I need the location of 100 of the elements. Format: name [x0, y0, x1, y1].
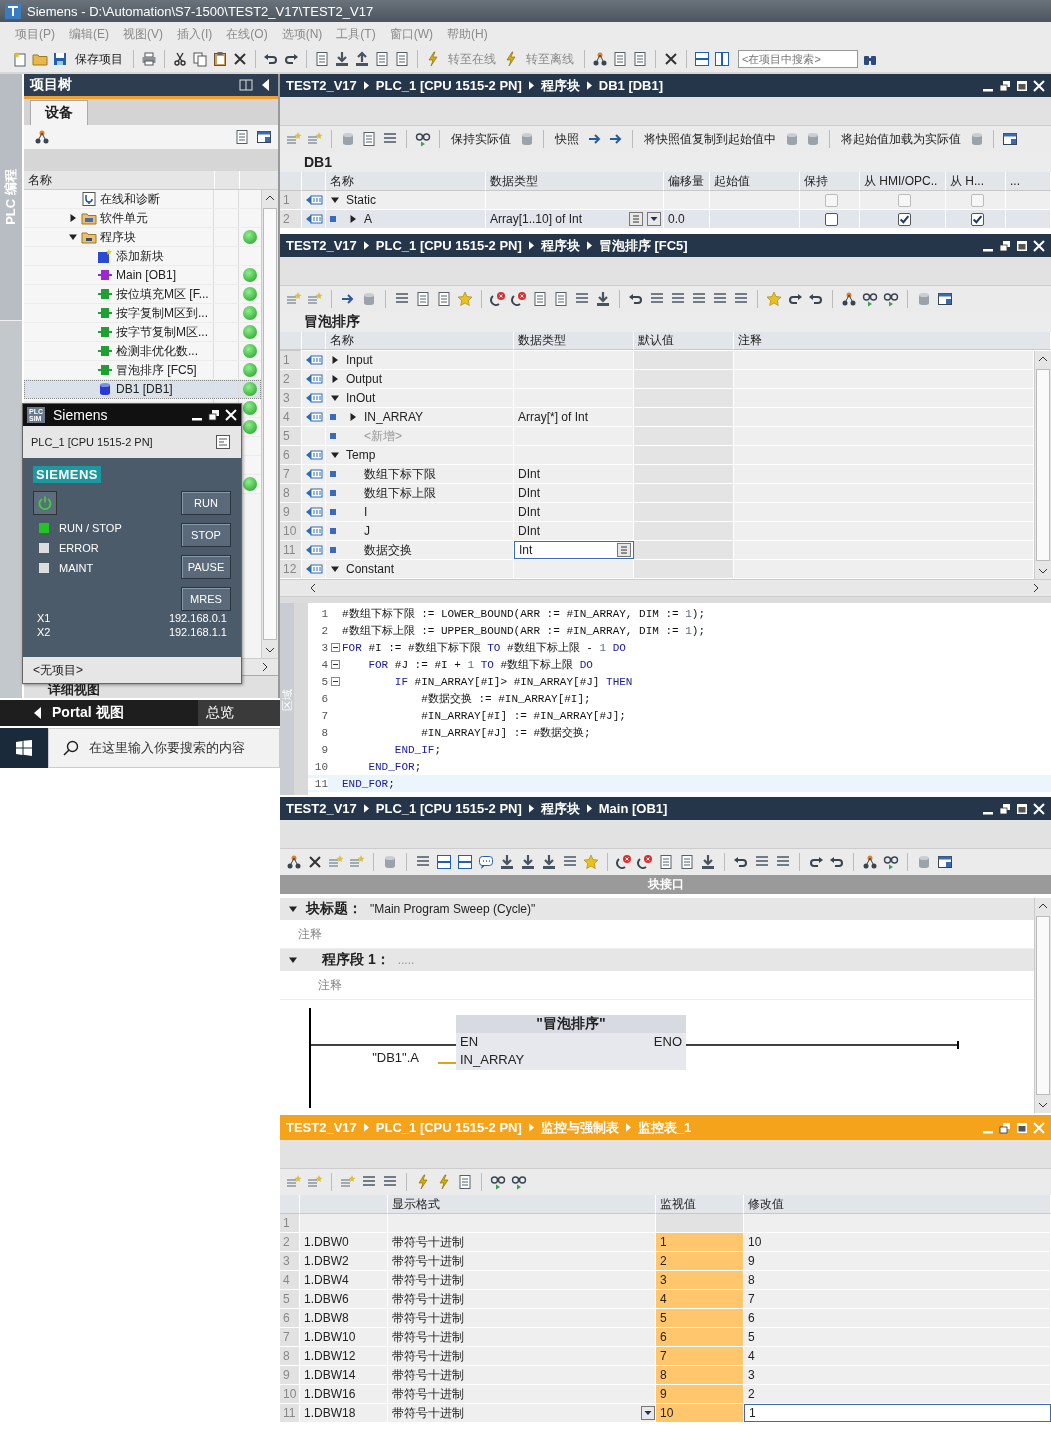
scissors-icon[interactable] — [172, 51, 188, 67]
document-icon[interactable] — [632, 51, 648, 67]
panel-icon[interactable] — [937, 291, 953, 307]
tree-item[interactable]: 按字复制M区到... — [24, 304, 261, 323]
scrollbar[interactable] — [261, 190, 278, 659]
split-horizontal-icon[interactable] — [694, 51, 710, 67]
tree-item[interactable]: 冒泡排序 [FC5] — [24, 361, 261, 380]
breadcrumb-item[interactable]: 程序块 — [540, 236, 580, 255]
document-icon[interactable] — [361, 131, 377, 147]
list-button[interactable] — [617, 543, 631, 557]
download-icon[interactable] — [520, 854, 536, 870]
dropdown-button[interactable] — [641, 1406, 655, 1420]
tree-item[interactable]: 按字节复制M区... — [24, 323, 261, 342]
document-icon[interactable] — [612, 51, 628, 67]
panel-icon[interactable] — [937, 854, 953, 870]
breadcrumb-item[interactable]: 冒泡排序 [FC5] — [598, 236, 688, 255]
redo-icon[interactable] — [787, 291, 803, 307]
maximize-icon[interactable] — [1016, 1121, 1028, 1134]
redo-icon[interactable] — [283, 51, 299, 67]
undo-icon[interactable] — [808, 291, 824, 307]
lightning-icon[interactable] — [436, 1174, 452, 1190]
mode-button[interactable]: RUN — [181, 491, 231, 515]
error-mark-icon[interactable] — [490, 291, 506, 307]
delete-icon[interactable] — [307, 854, 323, 870]
breadcrumb-item[interactable]: Main [OB1] — [598, 801, 668, 816]
glasses-icon[interactable] — [883, 854, 899, 870]
mode-button[interactable]: PAUSE — [181, 555, 231, 579]
restore-icon[interactable] — [999, 802, 1011, 815]
download-icon[interactable] — [541, 854, 557, 870]
close-icon[interactable] — [1033, 802, 1045, 815]
tree-item[interactable]: 检测非优化数... — [24, 342, 261, 361]
expand-arrow-icon[interactable] — [288, 955, 298, 965]
close-icon[interactable] — [225, 409, 237, 421]
breadcrumb-item[interactable]: PLC_1 [CPU 1515-2 PN] — [375, 801, 522, 816]
download-icon[interactable] — [595, 291, 611, 307]
tree-item[interactable]: 程序块 — [24, 228, 261, 247]
breadcrumb-item[interactable]: PLC_1 [CPU 1515-2 PN] — [375, 238, 522, 253]
modify-field[interactable]: 1 — [744, 1404, 1051, 1422]
maximize-icon[interactable] — [1016, 239, 1028, 252]
breadcrumb-item[interactable]: TEST2_V17 — [286, 238, 357, 253]
network-icon[interactable] — [34, 129, 50, 145]
document-icon[interactable] — [314, 51, 330, 67]
document-icon[interactable] — [658, 854, 674, 870]
restore-icon[interactable] — [208, 409, 220, 421]
tab[interactable]: 设备 — [30, 100, 88, 125]
type-field[interactable]: Int — [514, 541, 634, 559]
back-arrow-icon[interactable] — [34, 707, 42, 720]
network-icon[interactable] — [841, 291, 857, 307]
save-icon[interactable] — [52, 51, 68, 67]
document-icon[interactable] — [234, 129, 250, 145]
document-icon[interactable] — [679, 854, 695, 870]
breadcrumb-item[interactable]: TEST2_V17 — [286, 78, 357, 93]
toolbar-button[interactable]: 保存项目 — [72, 50, 126, 68]
expand-arrow-icon[interactable] — [330, 393, 340, 403]
expand-arrow-icon[interactable] — [330, 564, 340, 574]
layout-icon[interactable] — [238, 77, 254, 93]
overview-tab[interactable]: 总览 — [198, 700, 280, 727]
glasses-icon[interactable] — [490, 1174, 506, 1190]
tree-item[interactable]: 添加新块 — [24, 247, 261, 266]
breadcrumb-item[interactable]: 程序块 — [540, 799, 580, 818]
expand-arrow-icon[interactable] — [348, 412, 358, 422]
star-icon[interactable] — [457, 291, 473, 307]
panel-icon[interactable] — [256, 129, 272, 145]
lightning-icon[interactable] — [415, 1174, 431, 1190]
comment-field[interactable]: 注释 — [280, 971, 1034, 1000]
close-icon[interactable] — [1033, 79, 1045, 92]
maximize-icon[interactable] — [1016, 802, 1028, 815]
expand-arrow-icon[interactable] — [330, 355, 340, 365]
split-horizontal-icon[interactable] — [436, 854, 452, 870]
document-icon[interactable] — [532, 291, 548, 307]
lightning-icon[interactable] — [503, 51, 519, 67]
download-icon[interactable] — [700, 854, 716, 870]
redo-icon[interactable] — [808, 854, 824, 870]
tree-item[interactable]: Main [OB1] — [24, 266, 261, 285]
undo-icon[interactable] — [733, 854, 749, 870]
document-icon[interactable] — [436, 291, 452, 307]
expand-arrow-icon[interactable] — [68, 232, 78, 242]
comment-icon[interactable] — [478, 854, 494, 870]
close-icon[interactable] — [1033, 239, 1045, 252]
tree-item[interactable]: DB1 [DB1] — [24, 380, 261, 399]
toolbar-button[interactable]: 保持实际值 — [448, 130, 514, 148]
panel-icon[interactable] — [215, 434, 231, 450]
download-icon[interactable] — [334, 51, 350, 67]
network-icon[interactable] — [286, 854, 302, 870]
document-icon[interactable] — [457, 1174, 473, 1190]
portal-view-link[interactable]: Portal 视图 — [52, 704, 188, 723]
breadcrumb-item[interactable]: DB1 [DB1] — [598, 78, 664, 93]
toolbar-button[interactable]: 将快照值复制到起始值中 — [641, 130, 779, 148]
upload-icon[interactable] — [354, 51, 370, 67]
copy-icon[interactable] — [192, 51, 208, 67]
restore-icon[interactable] — [999, 239, 1011, 252]
tree-item[interactable]: 按位填充M区 [F... — [24, 285, 261, 304]
mode-button[interactable]: STOP — [181, 523, 231, 547]
download-icon[interactable] — [499, 854, 515, 870]
restore-icon[interactable] — [999, 79, 1011, 92]
expand-arrow-icon[interactable] — [330, 450, 340, 460]
undo-icon[interactable] — [829, 854, 845, 870]
collapse-icon[interactable] — [330, 677, 340, 686]
search-field[interactable]: 在这里输入你要搜索的内容 — [48, 728, 280, 768]
mode-button[interactable]: MRES — [181, 587, 231, 611]
